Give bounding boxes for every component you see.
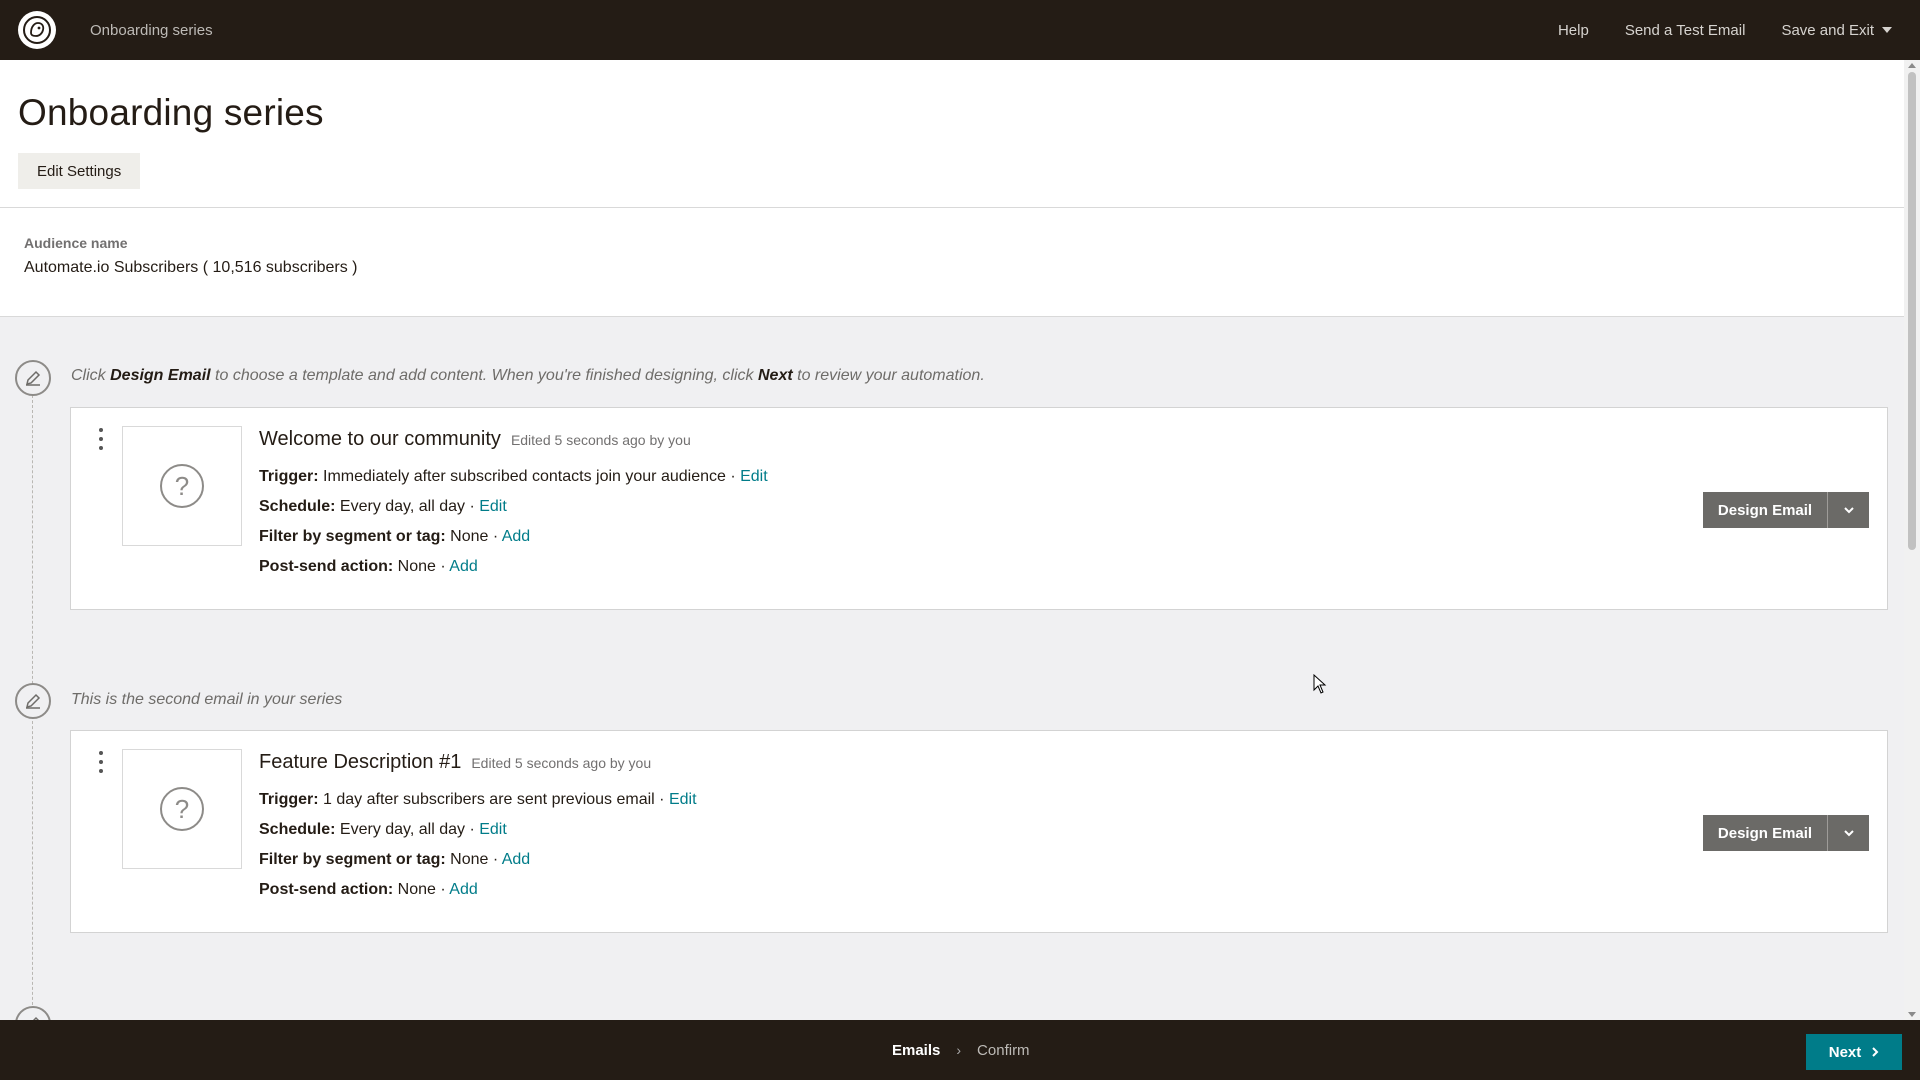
trigger-row: Trigger: 1 day after subscribers are sen… [259,791,697,809]
next-button-label: Next [1828,1043,1862,1061]
hint-text-pre: Click [71,367,111,384]
save-and-exit-menu[interactable]: Save and Exit [1781,22,1892,39]
kebab-menu-icon[interactable] [98,751,104,773]
post-send-row: Post-send action: None · Add [259,881,478,899]
step-confirm[interactable]: Confirm [977,1042,1030,1059]
email-thumbnail[interactable]: ? [122,749,242,869]
pencil-icon [15,683,51,719]
scroll-up-arrow-icon[interactable] [1908,63,1916,68]
filter-label: Filter by segment or tag: [259,528,446,545]
hint-design-email: Design Email [110,367,211,384]
design-email-dropdown[interactable] [1827,815,1869,851]
chevron-right-icon [1872,1047,1879,1057]
hint-text-post: to review your automation. [792,367,985,384]
top-nav-bar: Onboarding series Help Send a Test Email… [0,0,1920,60]
email-card: ? Welcome to our community Edited 5 seco… [70,407,1888,610]
post-send-row: Post-send action: None · Add [259,558,478,576]
post-send-label: Post-send action: [259,881,394,898]
step-emails[interactable]: Emails [892,1042,940,1059]
save-and-exit-label: Save and Exit [1781,21,1874,39]
email-name: Feature Description #1 [259,751,462,773]
mailchimp-logo-icon[interactable] [18,11,56,49]
page-scrollbar[interactable] [1904,60,1920,1020]
question-mark-icon: ? [160,787,204,831]
hint-text-mid: to choose a template and add content. Wh… [210,367,758,384]
chevron-down-icon [1882,27,1892,33]
post-send-add-link[interactable]: Add [449,558,477,575]
step-hint-2: This is the second email in your series [71,691,343,708]
schedule-value: Every day, all day · [335,498,480,515]
chevron-right-icon: › [956,1042,962,1058]
trigger-label: Trigger: [259,791,319,808]
chevron-down-icon [1843,830,1854,837]
filter-value: None · [445,851,502,868]
schedule-edit-link[interactable]: Edit [479,821,507,838]
audience-section: Audience name Automate.io Subscribers ( … [0,208,1904,317]
trigger-edit-link[interactable]: Edit [740,468,768,485]
edit-settings-button[interactable]: Edit Settings [18,153,141,189]
audience-label: Audience name [24,235,128,251]
edited-timestamp: Edited 5 seconds ago by you [471,755,652,771]
email-name: Welcome to our community [259,428,501,450]
breadcrumb-campaign: Onboarding series [90,21,213,39]
trigger-edit-link[interactable]: Edit [669,791,697,808]
pencil-icon [15,360,51,396]
email-thumbnail[interactable]: ? [122,426,242,546]
filter-add-link[interactable]: Add [502,528,530,545]
schedule-row: Schedule: Every day, all day · Edit [259,498,507,516]
progress-steps: Emails › Confirm [892,1020,1030,1080]
step-hint-1: Click Design Email to choose a template … [71,367,985,385]
design-email-button[interactable]: Design Email [1703,492,1827,528]
post-send-add-link[interactable]: Add [449,881,477,898]
design-email-dropdown[interactable] [1827,492,1869,528]
audience-value: Automate.io Subscribers ( 10,516 subscri… [24,259,358,276]
page-title: Onboarding series [18,92,324,133]
schedule-label: Schedule: [259,821,336,838]
schedule-value: Every day, all day · [335,821,480,838]
email-card: ? Feature Description #1 Edited 5 second… [70,730,1888,933]
trigger-row: Trigger: Immediately after subscribed co… [259,468,768,486]
filter-row: Filter by segment or tag: None · Add [259,851,530,869]
help-link[interactable]: Help [1558,22,1589,39]
chevron-down-icon [1843,507,1854,514]
post-send-label: Post-send action: [259,558,394,575]
design-email-button[interactable]: Design Email [1703,815,1827,851]
filter-row: Filter by segment or tag: None · Add [259,528,530,546]
trigger-value: 1 day after subscribers are sent previou… [318,791,669,808]
hint-next: Next [757,367,793,384]
kebab-menu-icon[interactable] [98,428,104,450]
scroll-down-arrow-icon[interactable] [1908,1012,1916,1017]
scrollbar-thumb[interactable] [1908,72,1916,550]
filter-value: None · [445,528,502,545]
schedule-row: Schedule: Every day, all day · Edit [259,821,507,839]
design-email-group: Design Email [1703,815,1869,851]
post-send-value: None · [393,881,450,898]
post-send-value: None · [393,558,450,575]
next-button[interactable]: Next [1806,1034,1902,1070]
schedule-edit-link[interactable]: Edit [479,498,507,515]
filter-add-link[interactable]: Add [502,851,530,868]
trigger-label: Trigger: [259,468,319,485]
trigger-value: Immediately after subscribed contacts jo… [318,468,741,485]
filter-label: Filter by segment or tag: [259,851,446,868]
bottom-progress-bar: Emails › Confirm Next [0,1020,1920,1080]
question-mark-icon: ? [160,464,204,508]
edited-timestamp: Edited 5 seconds ago by you [510,432,691,448]
send-test-email-link[interactable]: Send a Test Email [1625,22,1746,39]
page-header: Onboarding series Edit Settings [0,60,1904,208]
mouse-cursor-icon [1313,674,1327,694]
design-email-group: Design Email [1703,492,1869,528]
schedule-label: Schedule: [259,498,336,515]
